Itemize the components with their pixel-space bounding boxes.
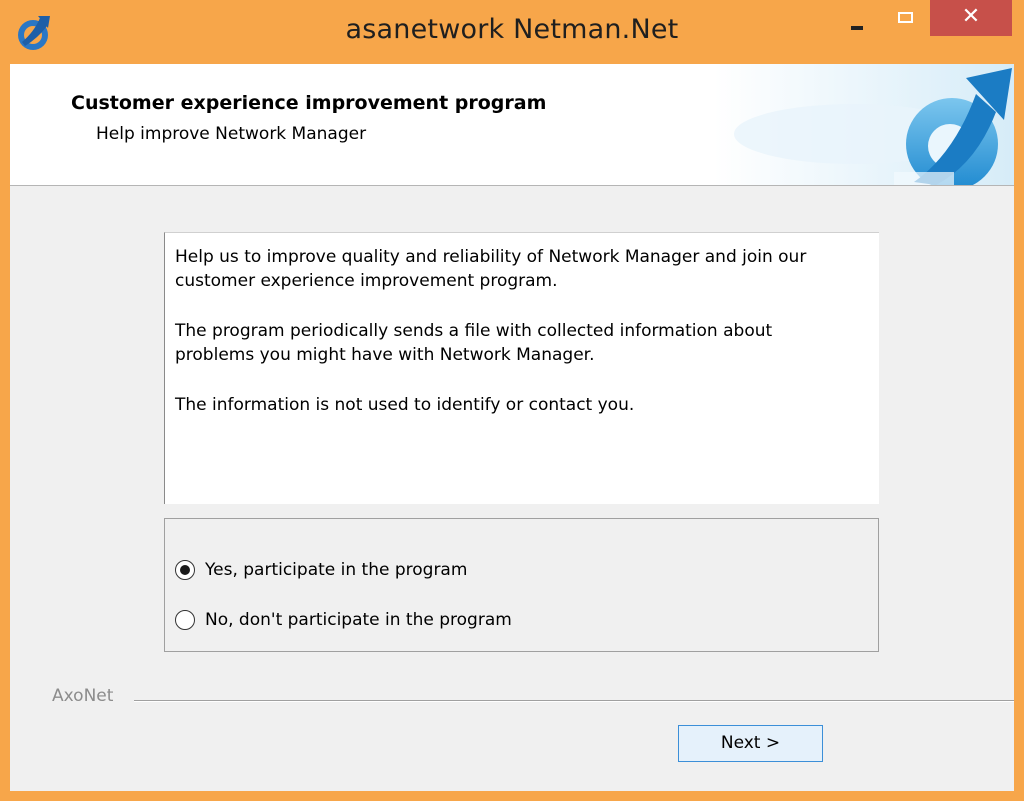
radio-selected-icon[interactable]	[175, 560, 195, 580]
minimize-icon	[851, 26, 863, 30]
close-button[interactable]: ✕	[930, 0, 1012, 36]
wizard-header: Customer experience improvement program …	[10, 64, 1014, 186]
info-paragraph: The information is not used to identify …	[175, 395, 635, 415]
radio-label[interactable]: No, don't participate in the program	[205, 610, 512, 630]
participation-options: Yes, participate in the program No, don'…	[164, 518, 879, 652]
maximize-icon	[898, 12, 913, 23]
radio-dot-icon	[180, 565, 190, 575]
title-bar[interactable]: asanetwork Netman.Net ✕	[0, 0, 1024, 64]
minimize-button[interactable]	[836, 0, 880, 36]
info-text-panel: Help us to improve quality and reliabili…	[164, 232, 879, 504]
participate-yes-radio[interactable]: Yes, participate in the program	[175, 557, 467, 583]
close-icon: ✕	[961, 4, 981, 29]
info-paragraph: Help us to improve quality and reliabili…	[175, 247, 807, 291]
footer-divider	[134, 700, 1014, 702]
brand-label: AxoNet	[52, 686, 114, 706]
info-paragraph: The program periodically sends a file wi…	[175, 321, 773, 365]
next-button[interactable]: Next >	[678, 725, 823, 762]
radio-label[interactable]: Yes, participate in the program	[205, 560, 467, 580]
radio-unselected-icon[interactable]	[175, 610, 195, 630]
page-subtitle: Help improve Network Manager	[96, 124, 367, 144]
logo-icon	[714, 64, 1014, 185]
installer-window: asanetwork Netman.Net ✕ Customer experie…	[0, 0, 1024, 801]
dialog-body: Customer experience improvement program …	[10, 64, 1014, 791]
maximize-button[interactable]	[884, 0, 928, 36]
participate-no-radio[interactable]: No, don't participate in the program	[175, 607, 512, 633]
page-title: Customer experience improvement program	[71, 92, 547, 114]
